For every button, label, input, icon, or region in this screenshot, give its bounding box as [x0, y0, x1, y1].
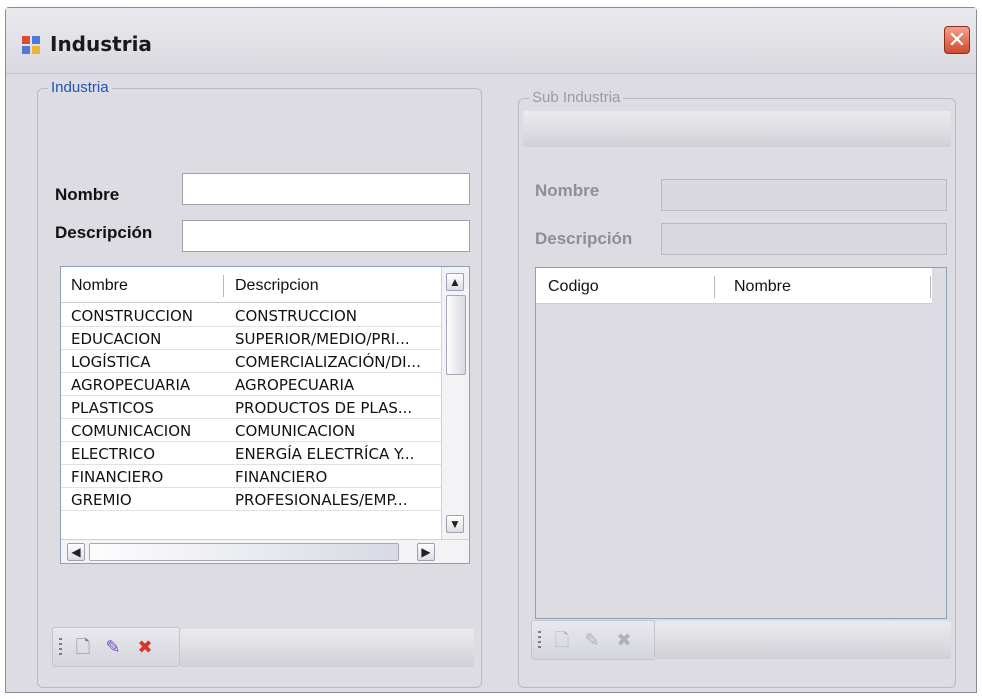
delete-x-icon[interactable]: ✖	[135, 637, 155, 657]
table-row[interactable]: EDUCACION SUPERIOR/MEDIO/PRI...	[61, 327, 441, 350]
sub-delete-x-icon: ✖	[616, 630, 632, 650]
sub-pencil-icon: ✎	[584, 630, 600, 650]
cell-descripcion: CONSTRUCCION	[235, 307, 357, 325]
sub-industria-header-strip	[523, 111, 951, 147]
cell-nombre: GREMIO	[71, 491, 132, 509]
descripcion-input[interactable]	[182, 220, 470, 252]
industria-group-legend: Industria	[48, 79, 112, 96]
col-header-codigo[interactable]: Codigo	[548, 278, 599, 296]
sub-industria-grid[interactable]: Codigo Nombre	[535, 267, 947, 619]
vertical-scrollbar[interactable]: ▲ ▼	[441, 267, 469, 539]
scroll-up-icon[interactable]: ▲	[446, 273, 464, 291]
table-row[interactable]: GREMIO PROFESIONALES/EMP...	[61, 488, 441, 511]
scroll-left-icon[interactable]: ◀	[67, 543, 85, 561]
cell-nombre: FINANCIERO	[71, 468, 164, 486]
cell-descripcion: PROFESIONALES/EMP...	[235, 491, 408, 509]
industria-grid[interactable]: Nombre Descripcion CONSTRUCCION CONSTRUCC…	[60, 266, 470, 564]
cell-descripcion: COMUNICACION	[235, 422, 356, 440]
cell-nombre: AGROPECUARIA	[71, 376, 191, 394]
table-row[interactable]: LOGÍSTICA COMERCIALIZACIÓN/DI...	[61, 350, 441, 373]
horizontal-scrollbar[interactable]: ◀ ▶	[61, 539, 469, 563]
cell-nombre: LOGÍSTICA	[71, 353, 151, 371]
sub-industria-group: Sub Industria Nombre Descripción Codigo …	[518, 89, 956, 688]
sub-descripcion-label: Descripción	[535, 229, 633, 248]
cell-nombre: CONSTRUCCION	[71, 307, 193, 325]
sub-nombre-label: Nombre	[535, 181, 600, 200]
sub-descripcion-input[interactable]	[661, 223, 947, 255]
table-row[interactable]: CONSTRUCCION CONSTRUCCION	[61, 304, 441, 327]
table-row[interactable]: ELECTRICO ENERGÍA ELECTRÍCA Y...	[61, 442, 441, 465]
cell-descripcion: PRODUCTOS DE PLAS...	[235, 399, 413, 417]
scroll-down-icon[interactable]: ▼	[446, 515, 464, 533]
scroll-right-icon[interactable]: ▶	[417, 543, 435, 561]
industria-group: Industria Nombre Descripción Nombre Desc…	[37, 79, 482, 688]
toolbar-strip	[180, 629, 474, 667]
sub-new-document-icon: 🗋	[554, 630, 570, 650]
cell-nombre: ELECTRICO	[71, 445, 156, 463]
col-header-descripcion[interactable]: Descripcion	[235, 277, 319, 295]
cell-nombre: COMUNICACION	[71, 422, 192, 440]
nombre-label: Nombre	[55, 185, 120, 204]
new-document-icon[interactable]: 🗋	[73, 637, 93, 657]
sub-toolbar-grip[interactable]	[538, 631, 541, 651]
table-row[interactable]: COMUNICACION COMUNICACION	[61, 419, 441, 442]
col-header-sub-nombre[interactable]: Nombre	[734, 278, 791, 296]
scroll-thumb[interactable]	[446, 295, 466, 375]
sub-nombre-input[interactable]	[661, 179, 947, 211]
sub-toolbar-strip	[655, 621, 951, 659]
col-header-nombre[interactable]: Nombre	[71, 277, 128, 295]
cell-descripcion: COMERCIALIZACIÓN/DI...	[235, 353, 421, 371]
table-row[interactable]: AGROPECUARIA AGROPECUARIA	[61, 373, 441, 396]
cell-nombre: PLASTICOS	[71, 399, 154, 417]
toolbar-grip[interactable]	[59, 638, 62, 658]
grid-header: Nombre Descripcion	[61, 267, 441, 303]
sub-industria-toolbar: 🗋 ✎ ✖	[531, 620, 655, 660]
close-button[interactable]: ✕	[944, 26, 970, 54]
cell-nombre: EDUCACION	[71, 330, 162, 348]
table-row[interactable]: PLASTICOS PRODUCTOS DE PLAS...	[61, 396, 441, 419]
sub-industria-group-legend: Sub Industria	[529, 89, 624, 106]
hscroll-thumb[interactable]	[89, 543, 399, 561]
pencil-icon[interactable]: ✎	[103, 637, 123, 657]
cell-descripcion: ENERGÍA ELECTRÍCA Y...	[235, 445, 415, 463]
descripcion-label: Descripción	[55, 223, 153, 242]
window-title: Industria	[50, 32, 152, 56]
cell-descripcion: AGROPECUARIA	[235, 376, 355, 394]
nombre-input[interactable]	[182, 173, 470, 205]
title-bar[interactable]: Industria ✕	[6, 8, 976, 74]
table-row[interactable]: FINANCIERO FINANCIERO	[61, 465, 441, 488]
cell-descripcion: SUPERIOR/MEDIO/PRI...	[235, 330, 410, 348]
sub-grid-header: Codigo Nombre	[536, 268, 932, 304]
industria-toolbar: 🗋 ✎ ✖	[52, 627, 180, 667]
cell-descripcion: FINANCIERO	[235, 468, 328, 486]
app-icon	[22, 36, 42, 56]
